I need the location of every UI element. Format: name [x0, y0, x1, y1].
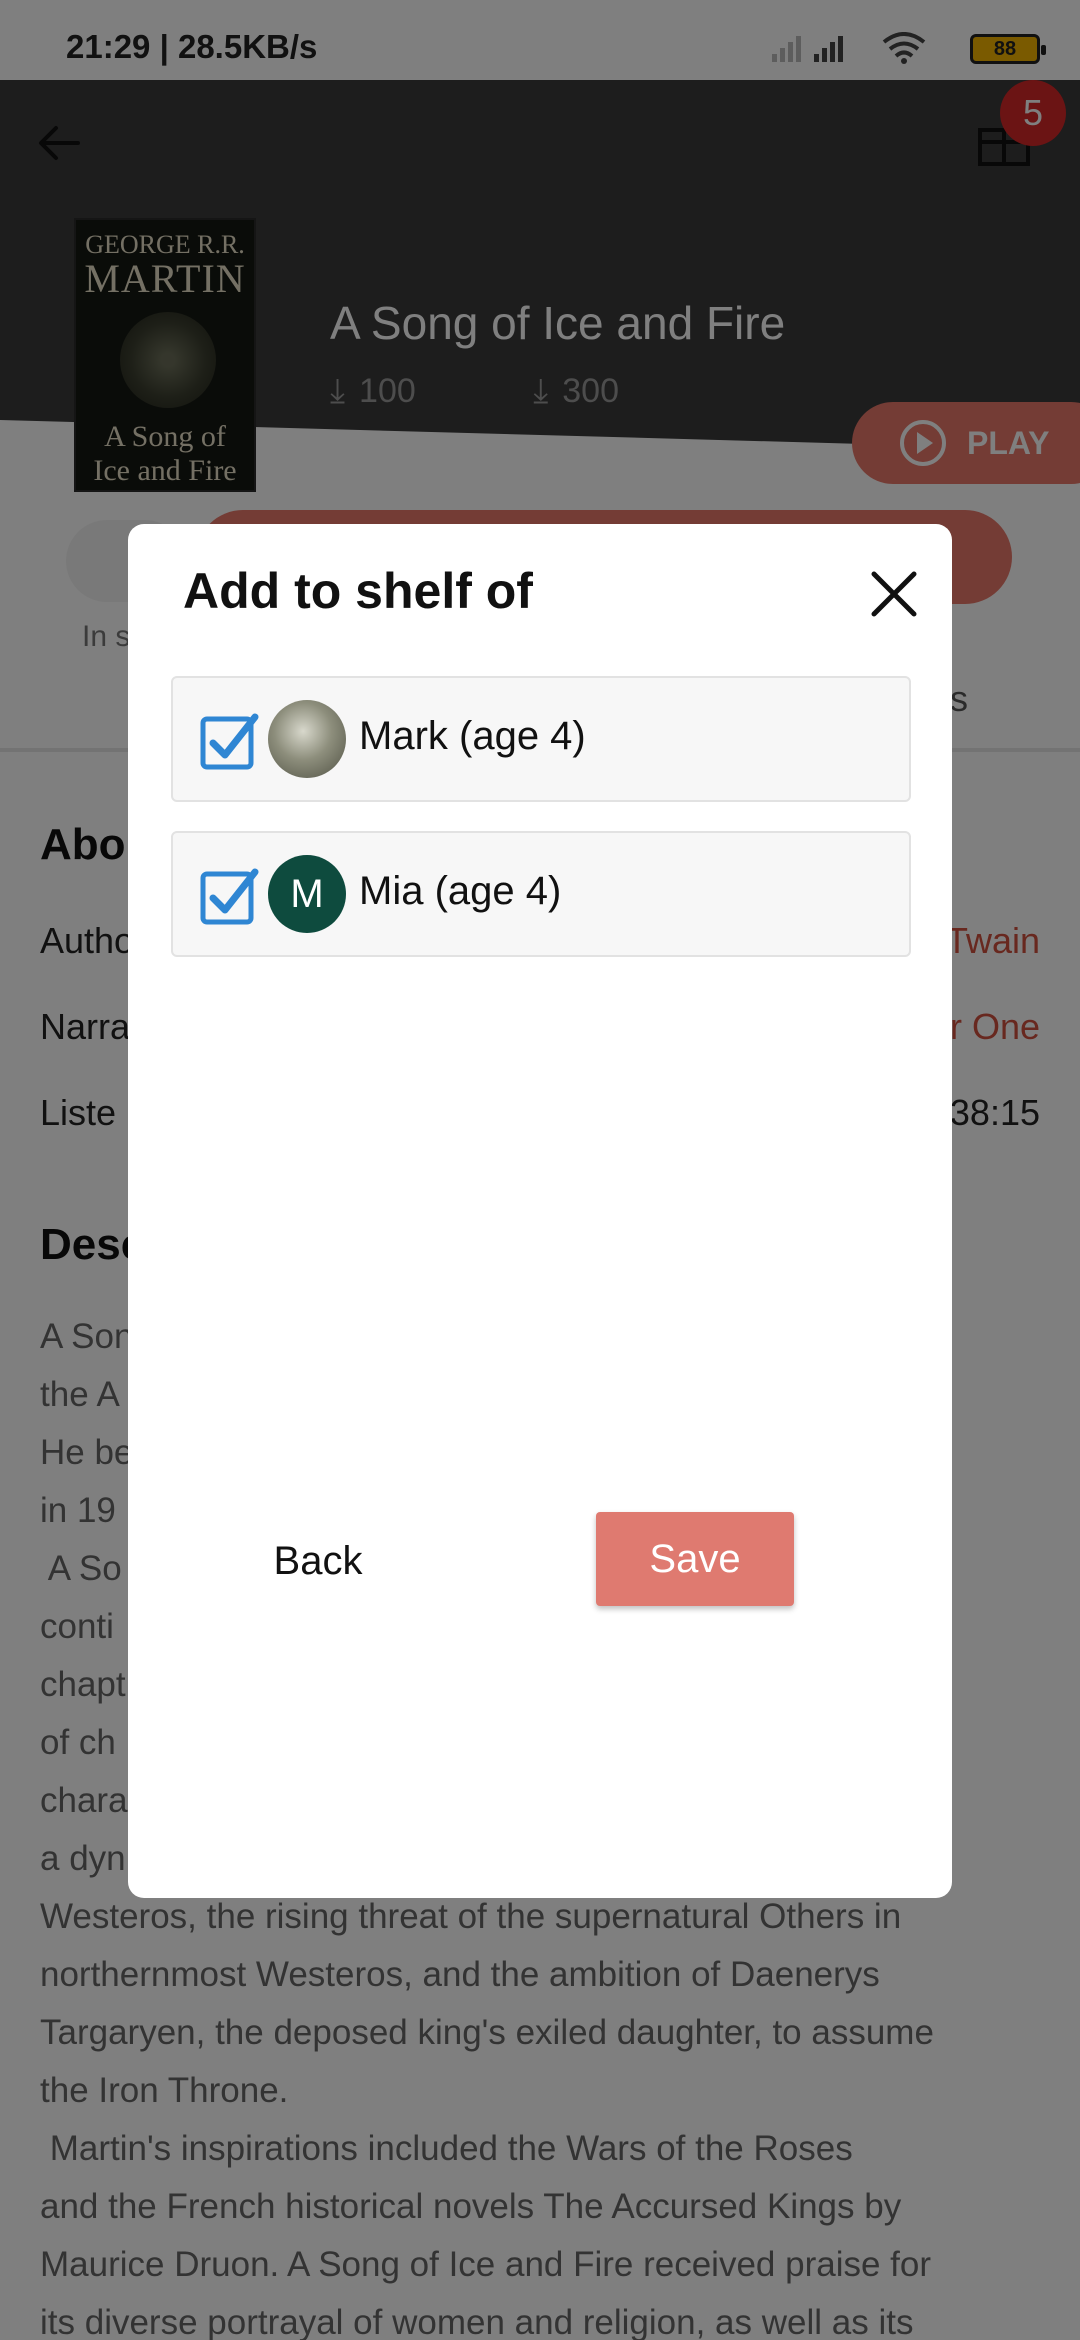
checkbox-checked-icon[interactable]: [199, 711, 259, 771]
close-icon[interactable]: [864, 564, 924, 624]
checkbox-checked-icon[interactable]: [199, 866, 259, 926]
avatar: M: [268, 855, 346, 933]
avatar: [268, 700, 346, 778]
save-button[interactable]: Save: [596, 1512, 794, 1606]
person-row[interactable]: Mark (age 4): [171, 676, 911, 802]
add-to-shelf-dialog: Add to shelf of Mark (age 4) M Mia (age …: [128, 524, 952, 1898]
person-name: Mia (age 4): [359, 869, 562, 913]
back-button[interactable]: Back: [218, 1516, 418, 1606]
dialog-title: Add to shelf of: [183, 563, 533, 619]
person-row[interactable]: M Mia (age 4): [171, 831, 911, 957]
person-name: Mark (age 4): [359, 714, 586, 758]
